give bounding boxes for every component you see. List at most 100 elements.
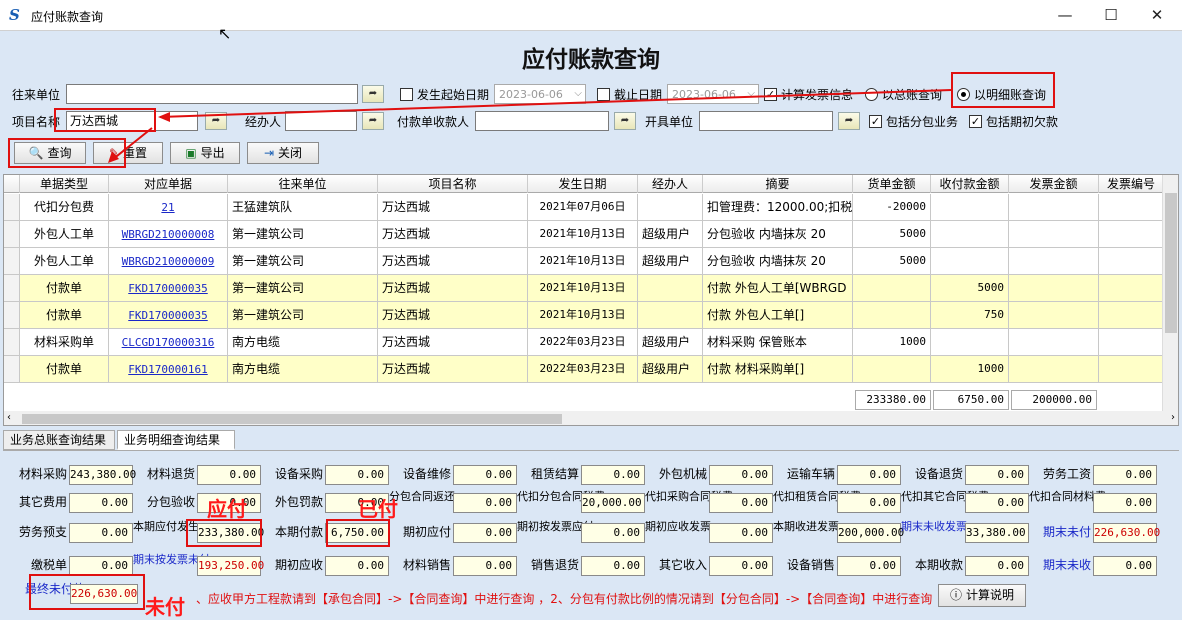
cell-invoice[interactable] — [1009, 275, 1099, 302]
cell-goods[interactable]: 5000 — [853, 248, 931, 275]
doc-link[interactable]: FKD170000035 — [128, 282, 207, 295]
cell-partner[interactable]: 第一建筑公司 — [228, 248, 378, 275]
tab-detail[interactable]: 业务明细查询结果 — [117, 430, 235, 450]
cell-doc[interactable]: WBRGD210000009 — [109, 248, 228, 275]
col-header[interactable]: 项目名称 — [378, 175, 528, 193]
cell-type[interactable]: 材料采购单 — [20, 329, 109, 356]
cell-project[interactable]: 万达西城 — [378, 329, 528, 356]
cell-project[interactable]: 万达西城 — [378, 221, 528, 248]
cell-date[interactable]: 2021年10月13日 — [528, 221, 638, 248]
cell-invoice-no[interactable] — [1099, 302, 1164, 329]
col-header[interactable]: 经办人 — [638, 175, 703, 193]
row-indicator[interactable] — [4, 275, 20, 302]
doc-link[interactable]: CLCGD170000316 — [122, 336, 215, 349]
cell-paid[interactable]: 1000 — [931, 356, 1009, 383]
cell-invoice-no[interactable] — [1099, 356, 1164, 383]
col-header[interactable]: 摘要 — [703, 175, 853, 193]
cell-handler[interactable] — [638, 194, 703, 221]
cell-summary[interactable]: 材料采购 保管账本 — [703, 329, 853, 356]
cell-doc[interactable]: FKD170000161 — [109, 356, 228, 383]
cell-paid[interactable] — [931, 221, 1009, 248]
cell-invoice[interactable] — [1009, 302, 1099, 329]
cell-paid[interactable] — [931, 248, 1009, 275]
cell-summary[interactable]: 分包验收 内墙抹灰 20 — [703, 248, 853, 275]
doc-link[interactable]: WBRGD210000009 — [122, 255, 215, 268]
scroll-thumb[interactable] — [1165, 193, 1177, 333]
cell-type[interactable]: 外包人工单 — [20, 248, 109, 275]
table-row[interactable]: 付款单 FKD170000035 第一建筑公司 万达西城 2021年10月13日 付款 外… — [4, 302, 1164, 329]
row-indicator[interactable] — [4, 302, 20, 329]
cell-paid[interactable] — [931, 329, 1009, 356]
cell-type[interactable]: 代扣分包费 — [20, 194, 109, 221]
col-header[interactable]: 货单金额 — [853, 175, 931, 193]
cell-goods[interactable] — [853, 302, 931, 329]
horizontal-scrollbar[interactable]: ‹ › — [4, 411, 1178, 425]
table-row[interactable]: 付款单 FKD170000161 南方电缆 万达西城 2022年03月23日 超级用户 付款… — [4, 356, 1164, 383]
doc-link[interactable]: FKD170000161 — [128, 363, 207, 376]
table-row[interactable]: 代扣分包费 21 王猛建筑队 万达西城 2021年07月06日 扣管理费：12000.00… — [4, 194, 1164, 221]
cell-paid[interactable]: 5000 — [931, 275, 1009, 302]
cell-project[interactable]: 万达西城 — [378, 194, 528, 221]
cell-doc[interactable]: 21 — [109, 194, 228, 221]
cell-invoice[interactable] — [1009, 356, 1099, 383]
cell-partner[interactable]: 第一建筑公司 — [228, 302, 378, 329]
cell-date[interactable]: 2021年10月13日 — [528, 248, 638, 275]
cell-invoice[interactable] — [1009, 194, 1099, 221]
cell-doc[interactable]: WBRGD210000008 — [109, 221, 228, 248]
cell-handler[interactable]: 超级用户 — [638, 248, 703, 275]
cell-doc[interactable]: FKD170000035 — [109, 302, 228, 329]
cell-invoice[interactable] — [1009, 221, 1099, 248]
cell-invoice-no[interactable] — [1099, 248, 1164, 275]
vertical-scrollbar[interactable] — [1162, 175, 1178, 411]
table-row[interactable]: 外包人工单 WBRGD210000008 第一建筑公司 万达西城 2021年10月13日… — [4, 221, 1164, 248]
cell-type[interactable]: 付款单 — [20, 356, 109, 383]
cell-doc[interactable]: FKD170000035 — [109, 275, 228, 302]
cell-handler[interactable] — [638, 275, 703, 302]
cell-summary[interactable]: 扣管理费：12000.00;扣税 — [703, 194, 853, 221]
cell-date[interactable]: 2022年03月23日 — [528, 356, 638, 383]
cell-invoice-no[interactable] — [1099, 221, 1164, 248]
cell-type[interactable]: 付款单 — [20, 302, 109, 329]
cell-goods[interactable]: 1000 — [853, 329, 931, 356]
cell-invoice-no[interactable] — [1099, 194, 1164, 221]
row-indicator[interactable] — [4, 329, 20, 356]
col-header[interactable]: 发生日期 — [528, 175, 638, 193]
table-row[interactable]: 付款单 FKD170000035 第一建筑公司 万达西城 2021年10月13日 付款 外… — [4, 275, 1164, 302]
cell-project[interactable]: 万达西城 — [378, 356, 528, 383]
cell-goods[interactable]: -20000 — [853, 194, 931, 221]
cell-handler[interactable] — [638, 302, 703, 329]
cell-partner[interactable]: 南方电缆 — [228, 356, 378, 383]
cell-handler[interactable]: 超级用户 — [638, 221, 703, 248]
doc-link[interactable]: FKD170000035 — [128, 309, 207, 322]
cell-project[interactable]: 万达西城 — [378, 275, 528, 302]
cell-partner[interactable]: 南方电缆 — [228, 329, 378, 356]
cell-partner[interactable]: 第一建筑公司 — [228, 275, 378, 302]
cell-type[interactable]: 外包人工单 — [20, 221, 109, 248]
cell-paid[interactable]: 750 — [931, 302, 1009, 329]
table-row[interactable]: 外包人工单 WBRGD210000009 第一建筑公司 万达西城 2021年10月13日… — [4, 248, 1164, 275]
cell-date[interactable]: 2021年07月06日 — [528, 194, 638, 221]
cell-goods[interactable] — [853, 275, 931, 302]
tab-summary[interactable]: 业务总账查询结果 — [3, 430, 115, 450]
doc-link[interactable]: WBRGD210000008 — [122, 228, 215, 241]
col-header[interactable]: 发票金额 — [1009, 175, 1099, 193]
cell-summary[interactable]: 付款 外包人工单[WBRGD — [703, 275, 853, 302]
row-indicator[interactable] — [4, 221, 20, 248]
col-header[interactable]: 往来单位 — [228, 175, 378, 193]
row-indicator[interactable] — [4, 356, 20, 383]
cell-date[interactable]: 2021年10月13日 — [528, 275, 638, 302]
cell-doc[interactable]: CLCGD170000316 — [109, 329, 228, 356]
cell-paid[interactable] — [931, 194, 1009, 221]
cell-invoice-no[interactable] — [1099, 329, 1164, 356]
cell-date[interactable]: 2021年10月13日 — [528, 302, 638, 329]
col-header[interactable]: 发票编号 — [1099, 175, 1164, 193]
table-row[interactable]: 材料采购单 CLCGD170000316 南方电缆 万达西城 2022年03月23日 超级… — [4, 329, 1164, 356]
cell-partner[interactable]: 王猛建筑队 — [228, 194, 378, 221]
cell-goods[interactable] — [853, 356, 931, 383]
cell-project[interactable]: 万达西城 — [378, 302, 528, 329]
scroll-right-icon[interactable]: › — [1171, 412, 1175, 423]
cell-handler[interactable]: 超级用户 — [638, 356, 703, 383]
cell-handler[interactable]: 超级用户 — [638, 329, 703, 356]
calc-explain-button[interactable]: ⓘ 计算说明 — [938, 584, 1026, 607]
cell-summary[interactable]: 付款 外包人工单[] — [703, 302, 853, 329]
